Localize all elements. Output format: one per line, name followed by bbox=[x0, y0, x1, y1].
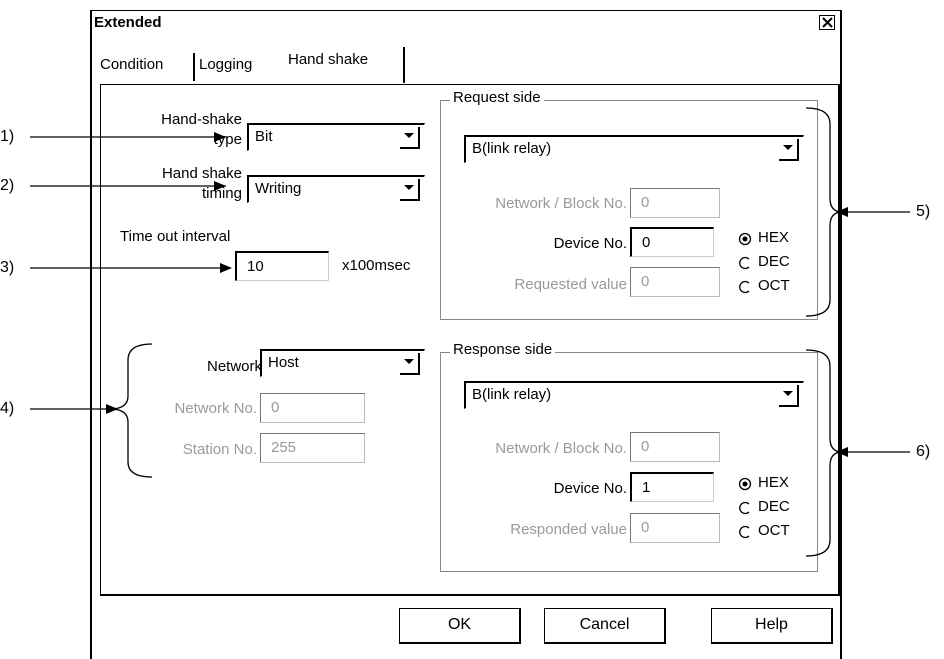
callout-2: 2) bbox=[0, 177, 15, 194]
callout-5: 5) bbox=[916, 203, 931, 220]
callout-1: 1) bbox=[0, 128, 15, 145]
callout-6: 6) bbox=[916, 443, 931, 460]
annotation-overlay bbox=[30, 107, 910, 557]
callout-3: 3) bbox=[0, 259, 15, 276]
callout-4: 4) bbox=[0, 400, 15, 417]
